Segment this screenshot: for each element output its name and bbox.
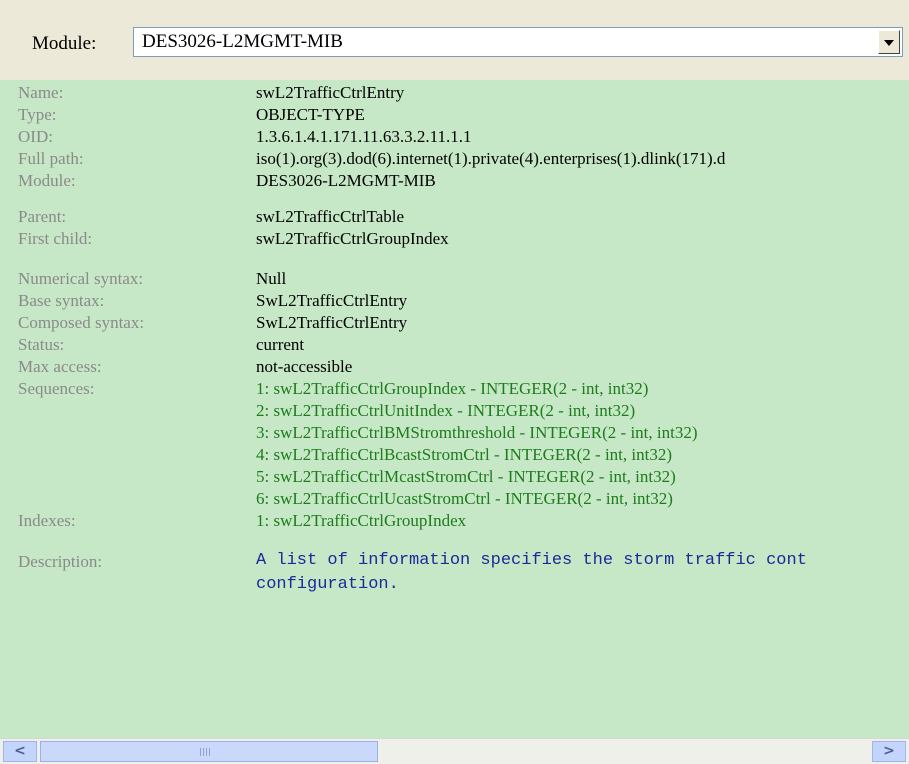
basesyntax-value: SwL2TrafficCtrlEntry (256, 291, 408, 310)
name-value: swL2TrafficCtrlEntry (256, 83, 405, 102)
basesyntax-label: Base syntax: (18, 291, 105, 310)
parent-label: Parent: (18, 207, 67, 226)
composedsyntax-value: SwL2TrafficCtrlEntry (256, 313, 408, 332)
mib-detail-panel: Name: swL2TrafficCtrlEntry Type: OBJECT-… (0, 80, 909, 738)
firstchild-label: First child: (18, 229, 93, 248)
maxaccess-label: Max access: (18, 357, 102, 376)
sequence-item[interactable]: 5: swL2TrafficCtrlMcastStromCtrl - INTEG… (256, 466, 676, 488)
sequence-item[interactable]: 3: swL2TrafficCtrlBMStromthreshold - INT… (256, 422, 698, 444)
name-label: Name: (18, 83, 64, 102)
chevron-right-icon: > (883, 743, 895, 759)
description-line: A list of information specifies the stor… (256, 551, 807, 570)
firstchild-value: swL2TrafficCtrlGroupIndex (256, 229, 449, 248)
description-label: Description: (18, 552, 103, 571)
scroll-right-button[interactable]: > (872, 741, 906, 762)
module-toolbar: Module: DES3026-L2MGMT-MIB (0, 0, 909, 80)
numsyntax-value: Null (256, 269, 287, 288)
horizontal-scrollbar[interactable]: < > (0, 738, 909, 764)
fullpath-label: Full path: (18, 149, 84, 168)
grip-icon (200, 748, 212, 756)
status-value: current (256, 335, 305, 354)
oid-label: OID: (18, 127, 53, 146)
chevron-left-icon: < (14, 743, 26, 759)
numsyntax-label: Numerical syntax: (18, 269, 144, 288)
fullpath-value: iso(1).org(3).dod(6).internet(1).private… (256, 149, 726, 168)
module-field-value: DES3026-L2MGMT-MIB (256, 171, 436, 190)
sequence-item[interactable]: 1: swL2TrafficCtrlGroupIndex - INTEGER(2… (256, 378, 648, 400)
module-label: Module: (32, 33, 97, 54)
parent-value: swL2TrafficCtrlTable (256, 207, 405, 226)
composedsyntax-label: Composed syntax: (18, 313, 145, 332)
maxaccess-value: not-accessible (256, 357, 353, 376)
scrollbar-thumb[interactable] (40, 741, 378, 762)
sequence-item[interactable]: 6: swL2TrafficCtrlUcastStromCtrl - INTEG… (256, 488, 673, 510)
module-select[interactable]: DES3026-L2MGMT-MIB (133, 27, 903, 57)
oid-value: 1.3.6.1.4.1.171.11.63.3.2.11.1.1 (256, 127, 472, 146)
sequence-item[interactable]: 4: swL2TrafficCtrlBcastStromCtrl - INTEG… (256, 444, 672, 466)
description-line: configuration. (256, 575, 399, 594)
type-label: Type: (18, 105, 57, 124)
indexes-label: Indexes: (18, 511, 76, 530)
module-field-label: Module: (18, 171, 76, 190)
chevron-down-icon[interactable] (878, 30, 900, 54)
sequences-label: Sequences: (18, 379, 95, 398)
type-value: OBJECT-TYPE (256, 105, 365, 124)
sequence-item[interactable]: 2: swL2TrafficCtrlUnitIndex - INTEGER(2 … (256, 400, 635, 422)
indexes-value[interactable]: 1: swL2TrafficCtrlGroupIndex (256, 510, 466, 532)
status-label: Status: (18, 335, 65, 354)
scroll-left-button[interactable]: < (3, 741, 37, 762)
module-select-value: DES3026-L2MGMT-MIB (142, 31, 343, 52)
